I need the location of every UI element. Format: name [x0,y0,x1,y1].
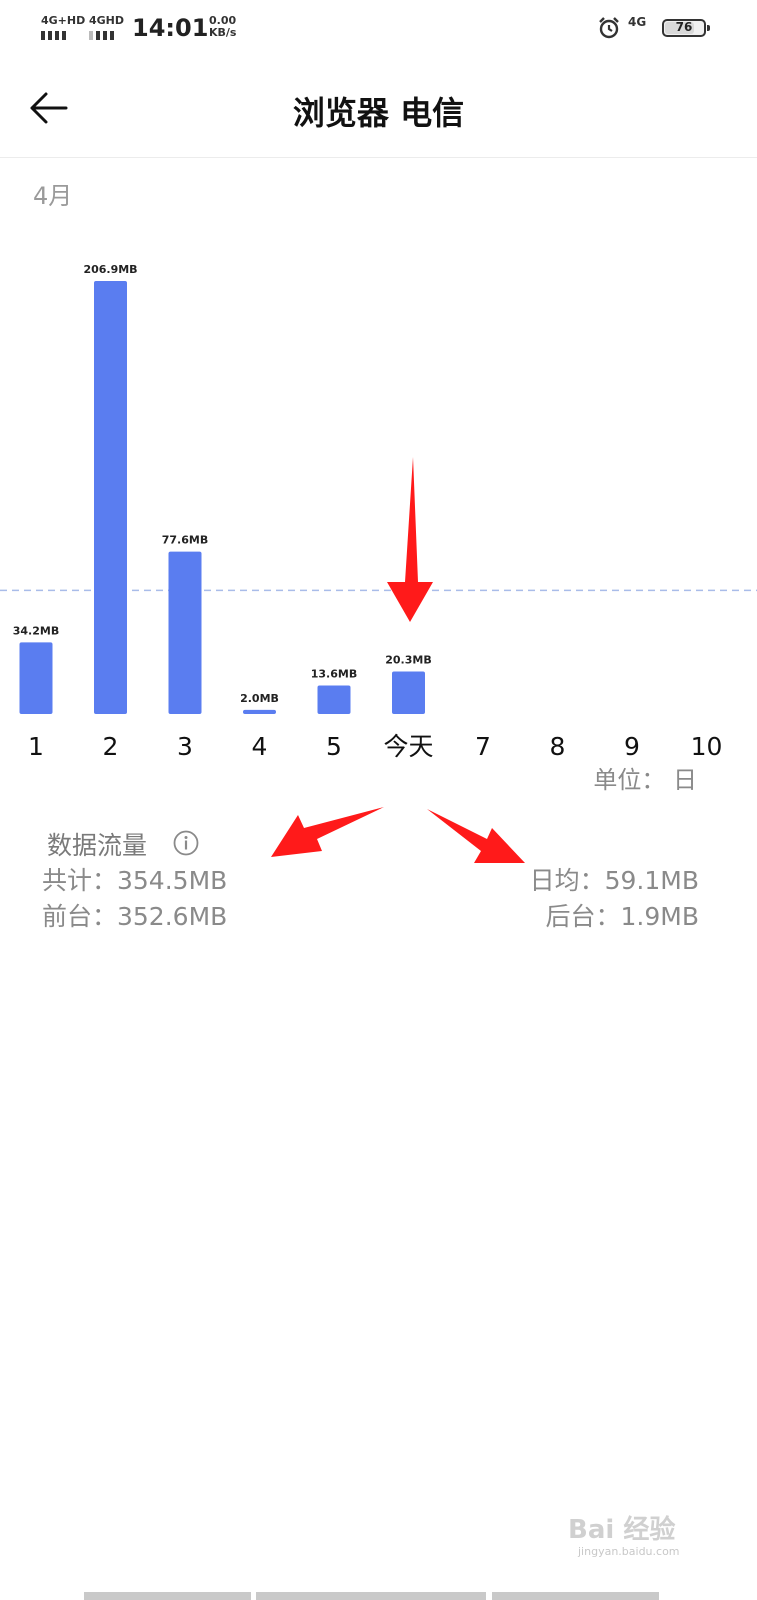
total-usage: 共计：354.5MB [42,866,228,895]
bar-value-label: 13.6MB [311,668,357,681]
bar-value-label: 20.3MB [385,654,431,667]
clock: 14:01 [132,14,209,42]
bar-value-label: 34.2MB [13,624,59,637]
bottom-divider-middle [256,1592,486,1600]
status-bar: 4G+HD 4GHD 14:01 0.00 KB/s 4G 76 [0,0,757,60]
bar-value-label: 77.6MB [162,534,208,547]
x-tick-label[interactable]: 4 [252,732,268,761]
sim1-label: 4G+HD [41,14,86,27]
battery-level: 76 [675,20,693,34]
x-tick-label[interactable]: 7 [475,732,491,761]
alarm-clock-icon [599,17,619,39]
x-tick-label[interactable]: 3 [177,732,193,761]
month-label: 4月 [33,182,73,210]
x-tick-label[interactable]: 今天 [383,732,433,761]
net-speed: 0.00 KB/s [209,15,236,39]
bar-day-4[interactable] [243,709,276,714]
bar-day-6[interactable] [392,671,425,714]
summary-title: 数据流量 [47,831,148,860]
sim2-label: 4GHD [89,14,125,27]
net-speed-unit: KB/s [209,26,237,39]
x-tick-label[interactable]: 10 [691,732,723,761]
bar-day-5[interactable] [317,685,351,714]
daily-average-usage: 日均：59.1MB [529,866,699,895]
daily-usage-chart: 34.2MB 206.9MB 77.6MB 2.0MB 13.6MB 20.3MB 1 2 3… [0,263,757,794]
bar-value-label: 2.0MB [240,692,279,705]
bottom-divider-right [492,1592,659,1600]
network-type: 4G [628,15,647,29]
watermark-brand: Bai 经验 [568,1514,675,1545]
bar-day-1[interactable] [19,642,53,714]
x-tick-label[interactable]: 8 [550,732,566,761]
bar-day-3[interactable] [168,551,202,714]
info-circle-icon[interactable] [173,830,199,856]
bottom-divider-left [84,1592,251,1600]
x-tick-label[interactable]: 5 [326,732,342,761]
x-tick-label[interactable]: 2 [103,732,119,761]
data-usage-summary: 数据流量 共计：354.5MB 前台：352.6MB 日均：59.1MB 后台：… [0,820,757,931]
unit-label: 单位： 日 [593,766,697,794]
bar-day-2[interactable] [94,281,127,714]
watermark-domain: jingyan.baidu.com [578,1545,680,1558]
baidu-jingyan-watermark: Bai 经验 [568,1514,675,1545]
page-title: 浏览器 电信 [292,94,465,132]
x-tick-label[interactable]: 9 [624,732,640,761]
battery-icon: 76 [662,19,710,37]
background-usage: 后台：1.9MB [545,902,699,931]
x-tick-label[interactable]: 1 [28,732,44,761]
bar-value-label: 206.9MB [83,263,137,276]
foreground-usage: 前台：352.6MB [42,902,228,931]
app-header: 浏览器 电信 [0,60,757,158]
